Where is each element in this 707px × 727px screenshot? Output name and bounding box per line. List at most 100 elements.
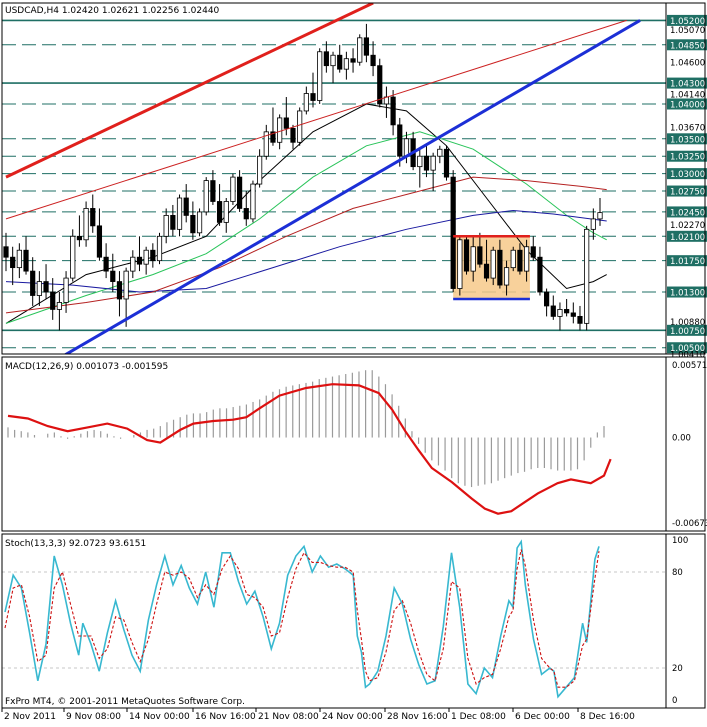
candle-body — [63, 277, 69, 303]
candle-47 — [317, 48, 323, 104]
candle-body — [163, 215, 169, 237]
candle-68 — [457, 236, 463, 296]
candle-44 — [297, 107, 303, 146]
candle-body — [123, 270, 129, 300]
candle-body — [463, 239, 470, 272]
candle-body — [257, 155, 263, 185]
candle-31 — [210, 170, 216, 205]
price-label-12: 1.02270 — [670, 221, 705, 231]
macd-tick-0: 0.00571 — [672, 361, 707, 371]
candle-body — [490, 249, 496, 279]
candle-body — [317, 51, 323, 101]
macd-plot-group — [7, 370, 612, 515]
candle-51 — [343, 51, 349, 80]
candle-87 — [584, 225, 590, 331]
candle-24 — [163, 208, 169, 244]
x-axis-label-7: 1 Dec 08:00 — [451, 712, 506, 722]
x-axis-label-8: 6 Dec 00:00 — [515, 712, 570, 722]
stoch-plot-group — [2, 539, 666, 699]
x-axis-label-3: 16 Nov 16:00 — [195, 712, 256, 722]
candle-body — [176, 197, 183, 230]
candle-body — [323, 51, 329, 67]
price-label-4: 1.04300 — [670, 80, 705, 90]
price-label-20: 1.00410 — [670, 351, 705, 361]
candle-10 — [70, 229, 76, 282]
candle-8 — [56, 292, 62, 331]
candle-body — [36, 281, 42, 296]
candle-46 — [310, 72, 316, 108]
candle-body — [403, 138, 410, 157]
candle-39 — [263, 124, 269, 160]
main-chart-title: USDCAD,H4 1.02420 1.02621 1.02256 1.0244… — [5, 6, 220, 16]
candle-63 — [423, 145, 430, 178]
price-label-9: 1.03250 — [670, 153, 705, 163]
candle-body — [203, 180, 209, 213]
candle-body — [310, 93, 316, 101]
candle-35 — [236, 170, 243, 212]
candle-body — [483, 263, 490, 279]
candle-11 — [76, 215, 83, 247]
candle-53 — [357, 34, 363, 66]
candle-81 — [544, 288, 550, 317]
candle-52 — [350, 48, 356, 73]
stoch-tick-3: 0 — [672, 696, 677, 706]
price-label-2: 1.04850 — [670, 41, 705, 51]
candle-body — [83, 208, 89, 241]
candle-body — [216, 201, 223, 223]
price-label-14: 1.02100 — [670, 233, 705, 243]
macd-title: MACD(12,26,9) 0.001073 -0.001595 — [5, 362, 168, 372]
candle-64 — [430, 152, 436, 192]
stoch-signal-line — [4, 549, 600, 688]
candle-29 — [196, 208, 203, 237]
candle-23 — [156, 232, 163, 265]
candle-88 — [590, 208, 596, 240]
candle-body — [30, 270, 36, 296]
candle-27 — [183, 184, 189, 223]
candle-body — [3, 246, 9, 258]
candle-body — [397, 124, 403, 157]
candle-80 — [537, 246, 543, 296]
candle-body — [497, 249, 503, 286]
candle-13 — [90, 194, 96, 233]
candle-body — [450, 176, 456, 289]
candle-body — [183, 197, 189, 216]
candle-body — [437, 148, 443, 157]
candle-40 — [270, 107, 276, 146]
candle-4 — [30, 257, 36, 306]
candle-55 — [370, 41, 376, 77]
candle-79 — [530, 236, 536, 261]
candle-65 — [437, 145, 443, 164]
candle-body — [116, 281, 123, 300]
candle-body — [337, 54, 343, 70]
candle-body — [90, 208, 96, 227]
candle-body — [96, 225, 103, 258]
candle-49 — [330, 51, 336, 84]
stoch-main-line — [4, 539, 600, 699]
candle-body — [150, 249, 156, 262]
candle-22 — [150, 243, 156, 268]
candle-body — [243, 208, 249, 220]
candle-body — [223, 201, 229, 223]
candle-57 — [383, 86, 390, 118]
candle-body — [537, 256, 543, 293]
candle-67 — [450, 170, 456, 293]
candle-body — [523, 246, 530, 272]
price-label-18: 1.00750 — [670, 327, 705, 337]
candle-2 — [16, 243, 22, 279]
candle-body — [564, 309, 570, 314]
candle-89 — [597, 198, 603, 226]
candle-30 — [203, 177, 209, 216]
panel-frame-2 — [1, 533, 706, 709]
candle-body — [196, 211, 203, 234]
candle-34 — [230, 173, 236, 205]
candle-body — [417, 155, 423, 168]
candle-body — [56, 302, 62, 310]
x-axis-label-1: 9 Nov 08:00 — [66, 712, 121, 722]
price-label-11: 1.02750 — [670, 188, 705, 198]
candle-19 — [130, 250, 136, 279]
candle-85 — [570, 302, 576, 324]
x-axis-label-2: 14 Nov 00:00 — [129, 712, 190, 722]
price-label-10: 1.03000 — [670, 170, 705, 180]
candle-body — [50, 291, 56, 310]
price-label-1: 1.05070 — [670, 26, 705, 36]
